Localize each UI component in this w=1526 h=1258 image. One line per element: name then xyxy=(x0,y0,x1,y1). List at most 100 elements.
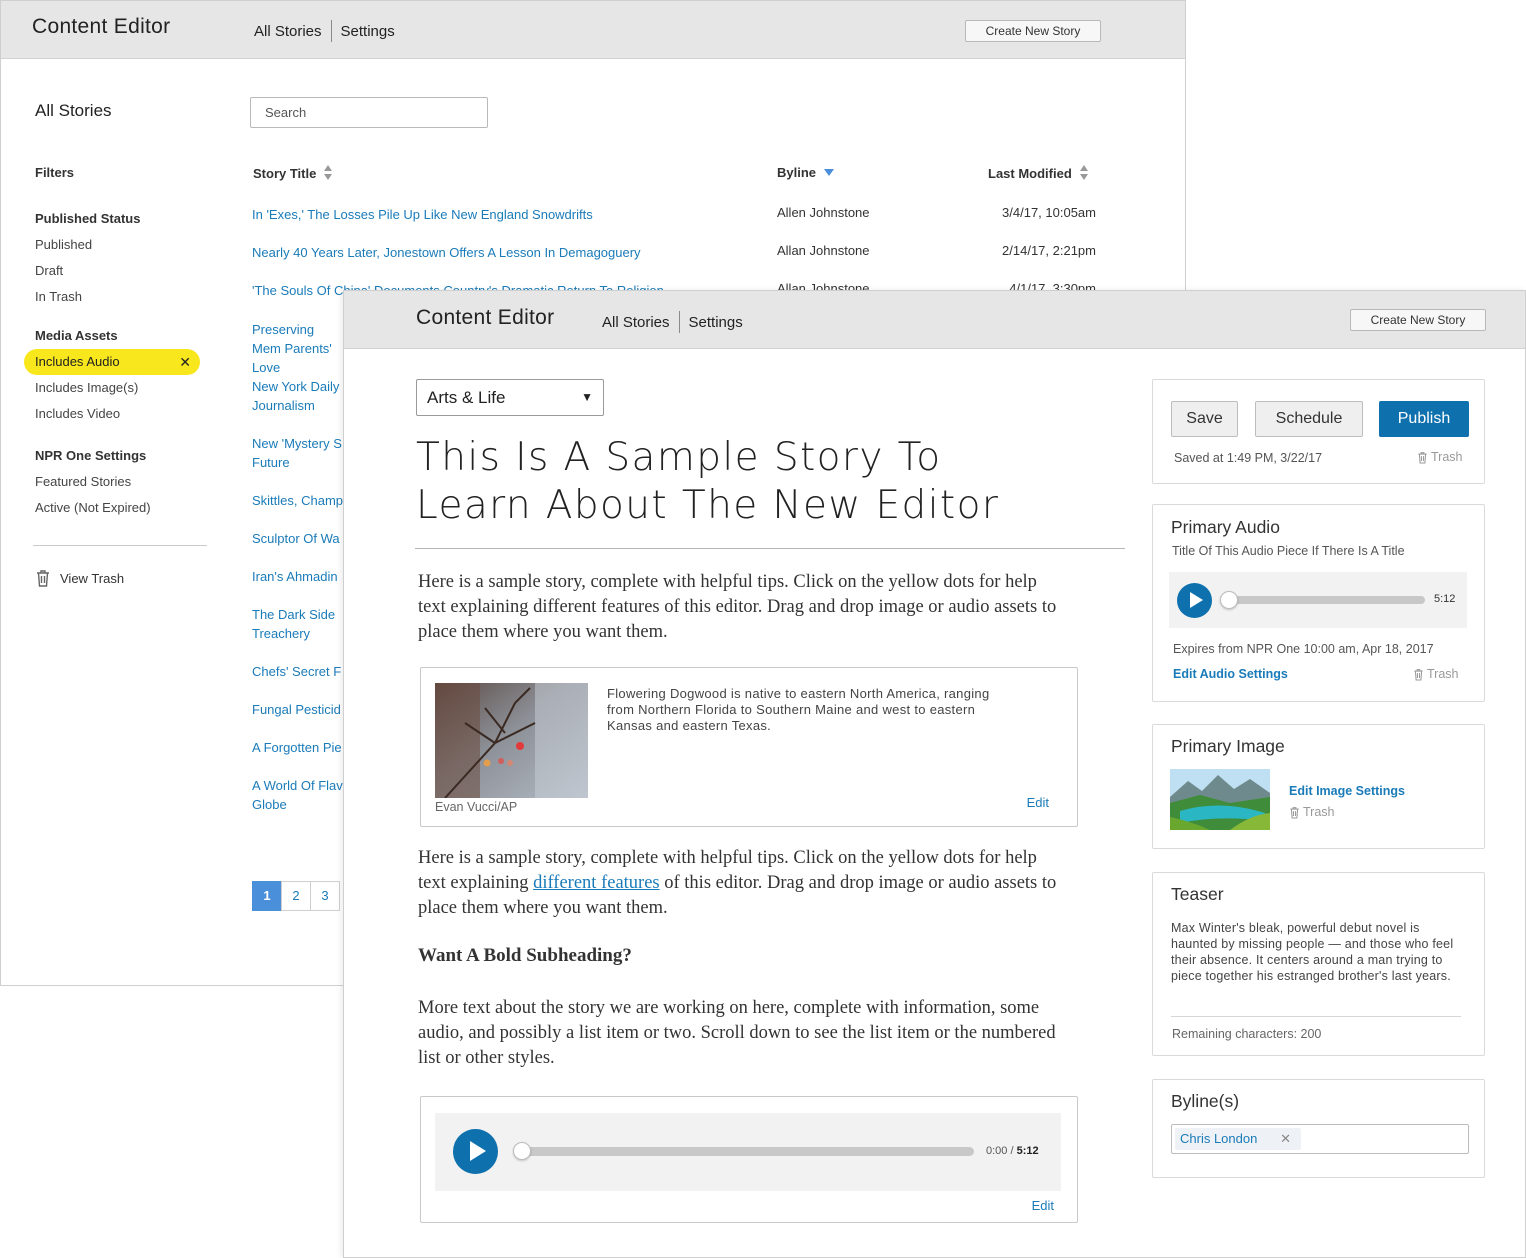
story-title-link[interactable]: Fungal Pesticid xyxy=(252,700,344,719)
trash-story-link[interactable]: Trash xyxy=(1417,450,1463,464)
image-credit: Evan Vucci/AP xyxy=(435,800,518,814)
edit-image-link[interactable]: Edit xyxy=(1027,795,1049,810)
audio-progress-track[interactable] xyxy=(1231,596,1425,604)
story-title-link[interactable]: Nearly 40 Years Later, Jonestown Offers … xyxy=(252,243,722,262)
body-paragraph[interactable]: Here is a sample story, complete with he… xyxy=(418,570,1068,645)
filter-label: Includes Audio xyxy=(35,354,120,369)
teaser-textarea[interactable]: Max Winter's bleak, powerful debut novel… xyxy=(1171,920,1469,984)
audio-time: 0:00 / 5:12 xyxy=(986,1145,1039,1157)
story-title-link[interactable]: New 'Mystery S Future xyxy=(252,434,344,472)
inline-link[interactable]: different features xyxy=(533,873,660,893)
app-title: Content Editor xyxy=(416,306,555,329)
column-header-byline[interactable]: Byline xyxy=(777,165,835,180)
section-select[interactable]: Arts & Life ▼ xyxy=(416,379,604,416)
sort-descending-icon xyxy=(824,169,835,176)
story-title-link[interactable]: A Forgotten Pie xyxy=(252,738,344,757)
filters-label: Filters xyxy=(35,165,75,180)
audio-asset-card[interactable]: 0:00 / 5:12 Edit xyxy=(420,1096,1078,1223)
audio-progress-track[interactable] xyxy=(520,1147,974,1156)
story-title-link[interactable]: New York Daily Journalism xyxy=(252,377,344,415)
story-date: 2/14/17, 2:21pm xyxy=(1002,243,1096,258)
story-title-link[interactable]: Sculptor Of Wa xyxy=(252,529,344,548)
filter-draft[interactable]: Draft xyxy=(35,263,63,278)
body-paragraph[interactable]: Here is a sample story, complete with he… xyxy=(418,846,1068,921)
headline-divider xyxy=(415,548,1125,549)
search-input[interactable]: Search xyxy=(250,97,488,128)
byline-tag: Chris London ✕ xyxy=(1175,1128,1301,1150)
audio-scrubber-handle[interactable] xyxy=(513,1142,531,1160)
filter-group-media-assets: Media Assets xyxy=(35,328,118,343)
remove-byline-icon[interactable]: ✕ xyxy=(1280,1128,1291,1150)
column-label: Byline xyxy=(777,165,817,180)
filter-active-not-expired[interactable]: Active (Not Expired) xyxy=(35,500,151,515)
play-icon[interactable] xyxy=(453,1129,498,1174)
column-header-story-title[interactable]: Story Title xyxy=(253,165,333,181)
page-button-current[interactable]: 1 xyxy=(252,881,282,911)
story-title-link[interactable]: Iran's Ahmadin xyxy=(252,567,344,586)
story-title-link[interactable]: Skittles, Champ xyxy=(252,491,344,510)
column-label: Last Modified xyxy=(988,165,1072,181)
edit-audio-settings-link[interactable]: Edit Audio Settings xyxy=(1173,667,1288,681)
nav-settings[interactable]: Settings xyxy=(341,23,395,40)
create-new-story-button[interactable]: Create New Story xyxy=(965,20,1101,42)
play-icon[interactable] xyxy=(1177,583,1212,618)
story-title-link[interactable]: In 'Exes,' The Losses Pile Up Like New E… xyxy=(252,205,722,224)
trash-label: Trash xyxy=(1303,805,1335,819)
view-trash-link[interactable]: View Trash xyxy=(35,569,124,587)
top-nav: All Stories Settings xyxy=(602,311,743,333)
byline-input[interactable]: Chris London ✕ xyxy=(1171,1124,1469,1154)
nav-all-stories[interactable]: All Stories xyxy=(602,314,670,331)
dropdown-caret-icon: ▼ xyxy=(581,390,593,404)
trash-label: Trash xyxy=(1427,667,1459,681)
filter-group-npr-one: NPR One Settings xyxy=(35,448,147,463)
publish-button[interactable]: Publish xyxy=(1379,401,1469,437)
audio-scrubber-handle[interactable] xyxy=(1220,591,1238,609)
bold-subheading[interactable]: Want A Bold Subheading? xyxy=(418,945,632,967)
mountain-lake-thumbnail xyxy=(1170,769,1270,830)
create-new-story-button[interactable]: Create New Story xyxy=(1350,309,1486,331)
audio-player: 0:00 / 5:12 xyxy=(435,1113,1061,1191)
column-header-last-modified[interactable]: Last Modified xyxy=(988,165,1089,181)
filter-in-trash[interactable]: In Trash xyxy=(35,289,82,304)
saved-status: Saved at 1:49 PM, 3/22/17 xyxy=(1174,451,1323,465)
story-title-link[interactable]: The Dark Side Treachery xyxy=(252,605,344,643)
publish-panel: Save Schedule Publish Saved at 1:49 PM, … xyxy=(1152,379,1485,484)
story-date: 3/4/17, 10:05am xyxy=(1002,205,1096,220)
page-button[interactable]: 3 xyxy=(310,881,340,911)
story-byline: Allan Johnstone xyxy=(777,243,870,258)
nav-settings[interactable]: Settings xyxy=(689,314,743,331)
body-paragraph[interactable]: More text about the story we are working… xyxy=(418,996,1068,1071)
view-trash-label: View Trash xyxy=(60,570,125,586)
filter-includes-audio-active[interactable]: Includes Audio ✕ xyxy=(24,349,200,375)
panel-title: Teaser xyxy=(1171,884,1224,904)
story-headline[interactable]: This Is A Sample Story To Learn About Th… xyxy=(416,434,1056,530)
trash-image-link[interactable]: Trash xyxy=(1289,805,1335,819)
column-label: Story Title xyxy=(253,165,317,181)
schedule-button[interactable]: Schedule xyxy=(1255,401,1363,437)
edit-image-settings-link[interactable]: Edit Image Settings xyxy=(1289,784,1405,798)
story-title-link[interactable]: A World Of Flav Globe xyxy=(252,776,344,814)
panel-title: Primary Audio xyxy=(1171,517,1280,537)
app-header: Content Editor All Stories Settings Crea… xyxy=(344,291,1525,349)
image-asset-card[interactable]: Flowering Dogwood is native to eastern N… xyxy=(420,667,1078,827)
save-button[interactable]: Save xyxy=(1171,401,1238,437)
teaser-divider xyxy=(1171,1016,1461,1017)
section-value: Arts & Life xyxy=(427,388,506,407)
filter-published[interactable]: Published xyxy=(35,237,92,252)
edit-audio-link[interactable]: Edit xyxy=(1032,1198,1054,1213)
trash-icon xyxy=(1418,451,1427,464)
story-title-link[interactable]: Preserving Mem Parents' Love xyxy=(252,320,344,377)
filter-featured-stories[interactable]: Featured Stories xyxy=(35,474,131,489)
story-title-link[interactable]: Chefs' Secret F xyxy=(252,662,344,681)
primary-audio-player: 5:12 xyxy=(1169,572,1467,628)
teaser-panel: Teaser Max Winter's bleak, powerful debu… xyxy=(1152,872,1485,1056)
trash-audio-link[interactable]: Trash xyxy=(1413,667,1459,681)
nav-all-stories[interactable]: All Stories xyxy=(254,23,322,40)
filter-includes-video[interactable]: Includes Video xyxy=(35,406,120,421)
pagination: 1 2 3 xyxy=(252,881,340,911)
filter-includes-images[interactable]: Includes Image(s) xyxy=(35,380,138,395)
app-title: Content Editor xyxy=(32,15,171,38)
page-button[interactable]: 2 xyxy=(281,881,311,911)
remove-filter-icon[interactable]: ✕ xyxy=(179,349,191,375)
dogwood-photo xyxy=(435,683,588,798)
